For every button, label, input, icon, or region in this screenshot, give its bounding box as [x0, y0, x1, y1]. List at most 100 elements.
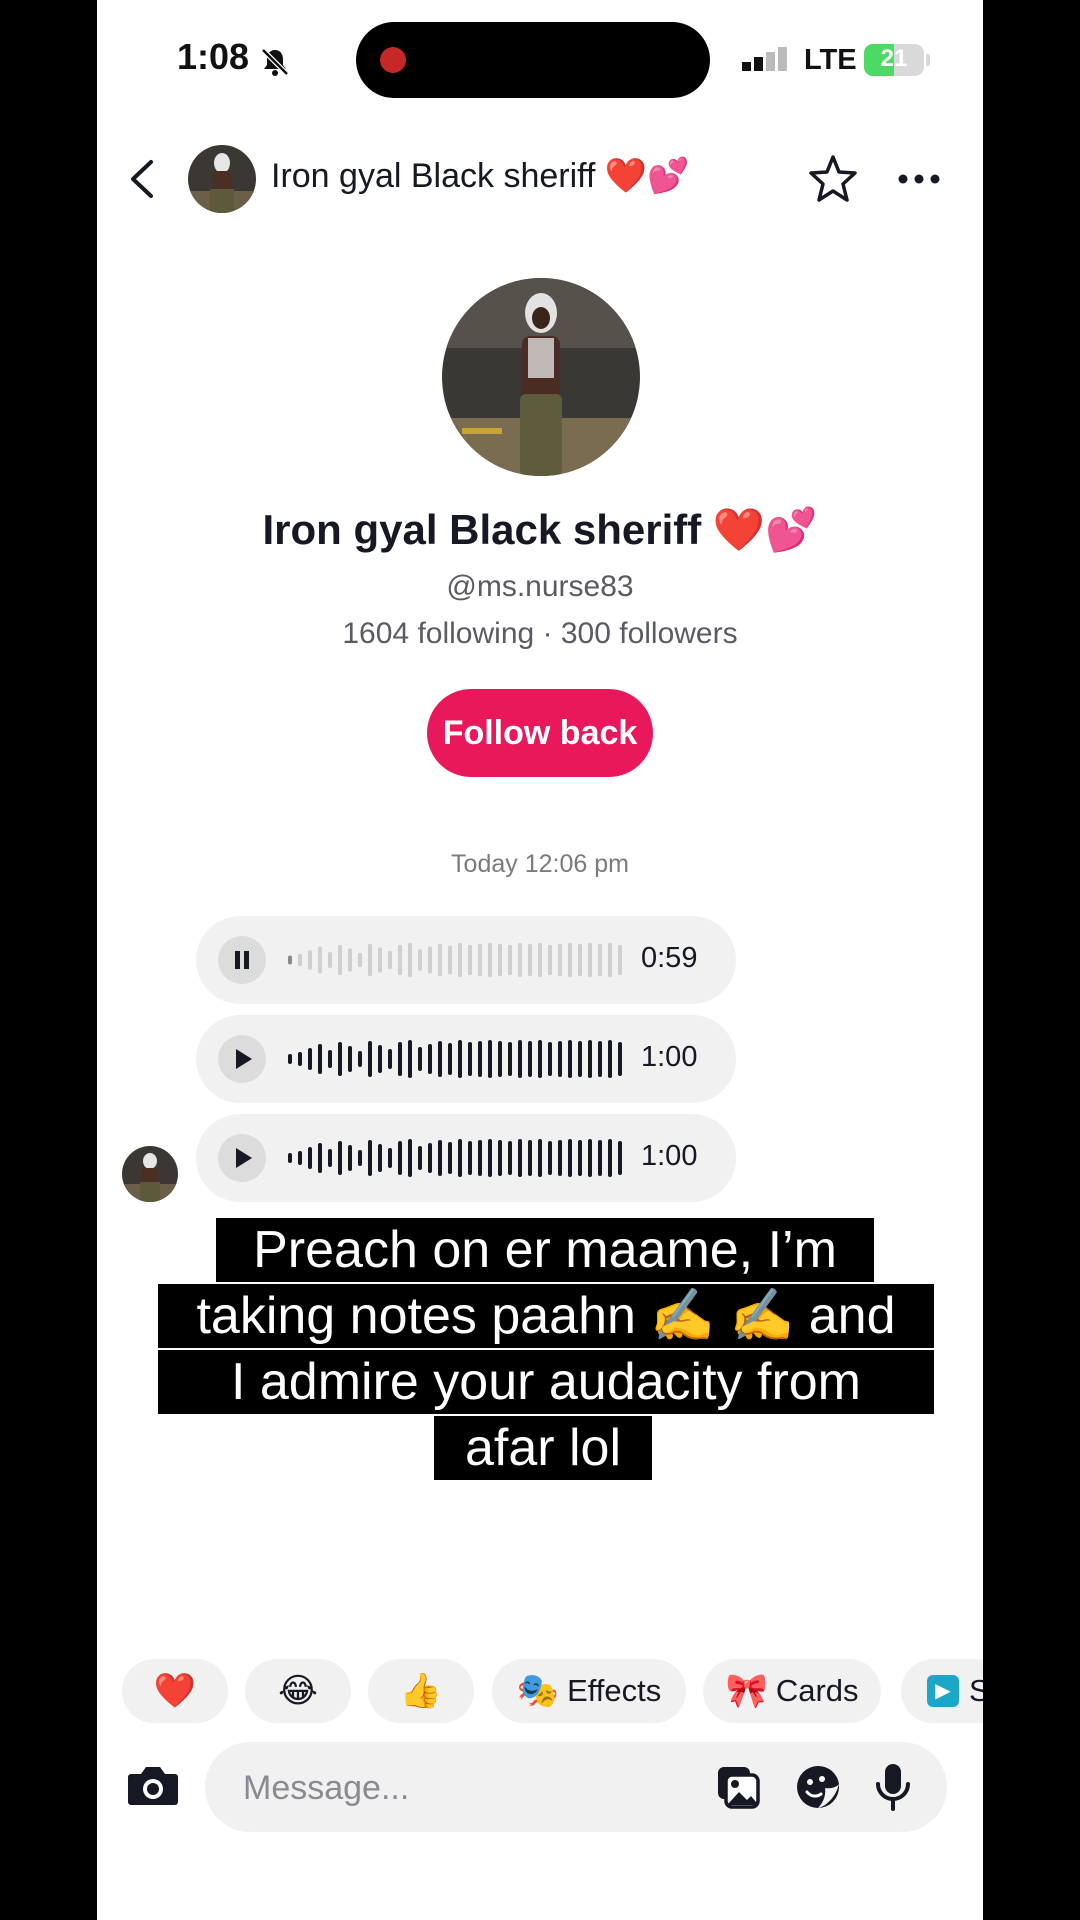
- waveform-bar: [358, 1051, 362, 1067]
- waveform-bar: [508, 944, 512, 976]
- cards-label: Cards: [775, 1673, 859, 1708]
- waveform-bar: [408, 1139, 412, 1177]
- header-avatar[interactable]: [188, 145, 256, 213]
- waveform-bar: [468, 1042, 472, 1076]
- waveform-bar: [368, 1041, 372, 1077]
- voice-message[interactable]: 1:00: [196, 1114, 736, 1202]
- quick-reply-heart[interactable]: ❤️: [122, 1659, 228, 1723]
- waveform-bar: [578, 1041, 582, 1077]
- sticker-icon[interactable]: [795, 1764, 841, 1810]
- camera-icon[interactable]: [127, 1762, 179, 1808]
- waveform-bar: [608, 1139, 612, 1177]
- waveform-bar: [518, 1040, 522, 1078]
- sender-avatar[interactable]: [122, 1146, 178, 1202]
- voice-message[interactable]: 0:59: [196, 916, 736, 1004]
- waveform-bar: [568, 1139, 572, 1177]
- waveform-bar: [578, 943, 582, 977]
- play-icon: [236, 1049, 252, 1069]
- bell-muted-icon: [261, 48, 289, 76]
- waveform-bar: [338, 1042, 342, 1076]
- waveform-bar: [348, 1046, 352, 1072]
- waveform-bar: [508, 1141, 512, 1175]
- microphone-icon[interactable]: [873, 1762, 913, 1812]
- waveform-bar: [448, 1142, 452, 1174]
- more-options-icon[interactable]: [897, 166, 941, 192]
- message-box[interactable]: [205, 1742, 947, 1832]
- waveform-bar: [438, 1041, 442, 1077]
- profile-stats: 1604 following · 300 followers: [342, 617, 738, 650]
- star-icon[interactable]: [808, 154, 858, 204]
- waveform-bar: [298, 1151, 302, 1165]
- waveform-bar: [468, 1141, 472, 1175]
- waveform-bar: [338, 944, 342, 976]
- dynamic-island: [356, 22, 710, 98]
- waveform-bar: [398, 1141, 402, 1175]
- caption-line: I admire your audacity from: [158, 1350, 934, 1414]
- waveform: [288, 1139, 622, 1177]
- waveform-bar: [528, 1041, 532, 1077]
- waveform-bar: [448, 1043, 452, 1075]
- waveform-bar: [358, 952, 362, 968]
- waveform-bar: [478, 1041, 482, 1077]
- waveform-bar: [558, 943, 562, 977]
- photo-icon[interactable]: [715, 1764, 761, 1810]
- waveform-bar: [438, 943, 442, 977]
- back-arrow-icon[interactable]: [125, 158, 159, 200]
- waveform: [288, 1040, 622, 1078]
- effects-label: Effects: [567, 1673, 662, 1708]
- waveform-bar: [418, 1047, 422, 1071]
- battery-percent: 21: [880, 45, 908, 72]
- waveform-bar: [338, 1141, 342, 1175]
- network-type: LTE: [804, 44, 857, 76]
- more-chip[interactable]: ▶ S: [901, 1659, 983, 1723]
- waveform-bar: [498, 943, 502, 977]
- message-input[interactable]: [241, 1764, 685, 1812]
- more-chip-label: S: [969, 1673, 983, 1708]
- waveform-bar: [538, 1139, 542, 1177]
- signal-icon: [742, 47, 787, 71]
- waveform-bar: [378, 947, 382, 973]
- waveform-bar: [588, 1040, 592, 1078]
- waveform-bar: [508, 1042, 512, 1076]
- waveform: [288, 942, 622, 978]
- waveform-bar: [518, 942, 522, 978]
- effects-chip[interactable]: 🎭 Effects: [492, 1659, 686, 1723]
- waveform-bar: [618, 1141, 622, 1175]
- cards-chip[interactable]: 🎀 Cards: [703, 1659, 881, 1723]
- waveform-bar: [548, 1141, 552, 1175]
- waveform-bar: [308, 1048, 312, 1070]
- waveform-bar: [408, 1040, 412, 1078]
- pause-button[interactable]: [218, 936, 266, 984]
- effects-icon: 🎭: [516, 1672, 560, 1710]
- quick-reply-laugh[interactable]: 😂: [245, 1659, 351, 1723]
- waveform-bar: [318, 1143, 322, 1173]
- play-square-icon: ▶: [927, 1675, 959, 1707]
- header-title[interactable]: Iron gyal Black sheriff ❤️💕: [271, 156, 690, 196]
- waveform-bar: [558, 1140, 562, 1176]
- voice-message[interactable]: 1:00: [196, 1015, 736, 1103]
- recording-indicator: [380, 47, 406, 73]
- waveform-bar: [618, 1042, 622, 1076]
- waveform-bar: [548, 944, 552, 976]
- battery-icon: 21: [864, 44, 924, 76]
- follow-back-button[interactable]: Follow back: [427, 689, 653, 777]
- waveform-bar: [388, 1148, 392, 1168]
- waveform-bar: [468, 944, 472, 976]
- waveform-bar: [368, 1140, 372, 1176]
- profile-avatar[interactable]: [442, 278, 640, 476]
- waveform-bar: [348, 1145, 352, 1171]
- voice-duration: 0:59: [641, 942, 698, 974]
- waveform-bar: [568, 942, 572, 978]
- play-button[interactable]: [218, 1035, 266, 1083]
- waveform-bar: [388, 1049, 392, 1069]
- laughing-emoji-icon: 😂: [278, 1672, 318, 1710]
- waveform-bar: [438, 1140, 442, 1176]
- waveform-bar: [428, 1044, 432, 1074]
- quick-reply-thumbs-up[interactable]: 👍: [368, 1659, 474, 1723]
- waveform-bar: [598, 943, 602, 977]
- waveform-bar: [588, 942, 592, 978]
- profile-handle: @ms.nurse83: [446, 570, 634, 603]
- waveform-bar: [578, 1140, 582, 1176]
- waveform-bar: [588, 1139, 592, 1177]
- play-button[interactable]: [218, 1134, 266, 1182]
